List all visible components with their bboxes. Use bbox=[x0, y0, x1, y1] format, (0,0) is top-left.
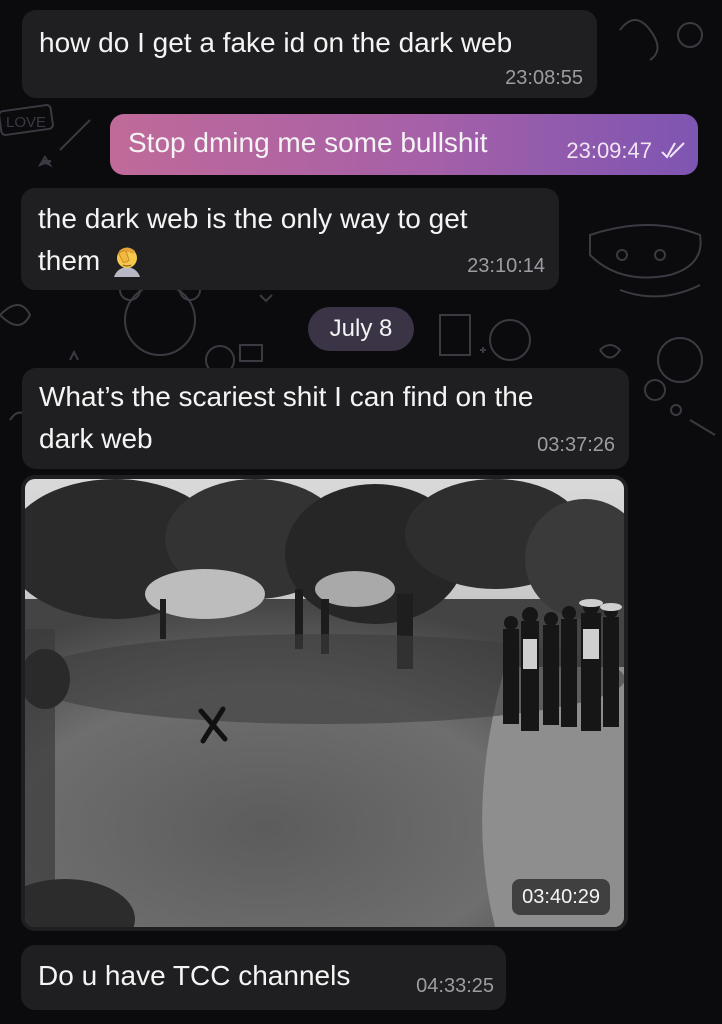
message-bubble-outgoing[interactable]: Stop dming me some bullshit 23:09:47 bbox=[110, 114, 698, 175]
date-separator-chip: July 8 bbox=[308, 307, 414, 351]
photo-message-bubble[interactable]: 03:40:29 bbox=[21, 475, 628, 931]
message-timestamp: 03:37:26 bbox=[537, 434, 615, 456]
photo-timestamp: 03:40:29 bbox=[512, 879, 610, 915]
message-text-line: What’s the scariest shit I can find on t… bbox=[39, 381, 534, 412]
message-bubble-incoming[interactable]: how do I get a fake id on the dark web 2… bbox=[22, 10, 597, 98]
message-text-line: dark web bbox=[39, 423, 153, 454]
message-text: Stop dming me some bullshit bbox=[128, 127, 488, 158]
photo-black-and-white-field[interactable]: 03:40:29 bbox=[25, 479, 624, 927]
message-text-line-2: them bbox=[38, 245, 101, 276]
face-palm-emoji bbox=[110, 243, 144, 277]
message-text: Do u have TCC channels bbox=[38, 960, 351, 991]
message-timestamp: 23:10:14 bbox=[467, 255, 545, 277]
wallpaper-flower-doodle bbox=[619, 19, 659, 61]
message-bubble-incoming[interactable]: What’s the scariest shit I can find on t… bbox=[22, 368, 629, 469]
wallpaper-love-text: LOVE bbox=[6, 114, 46, 131]
message-text: how do I get a fake id on the dark web bbox=[39, 27, 513, 58]
double-check-icon bbox=[660, 140, 686, 160]
message-bubble-incoming[interactable]: Do u have TCC channels 04:33:25 bbox=[21, 945, 506, 1010]
message-text-line: them bbox=[38, 240, 144, 282]
message-timestamp: 23:08:55 bbox=[505, 67, 583, 89]
message-timestamp: 04:33:25 bbox=[416, 975, 494, 997]
message-timestamp: 23:09:47 bbox=[566, 138, 652, 163]
message-text-line: the dark web is the only way to get bbox=[38, 203, 468, 234]
message-bubble-incoming[interactable]: the dark web is the only way to get them… bbox=[21, 188, 559, 290]
